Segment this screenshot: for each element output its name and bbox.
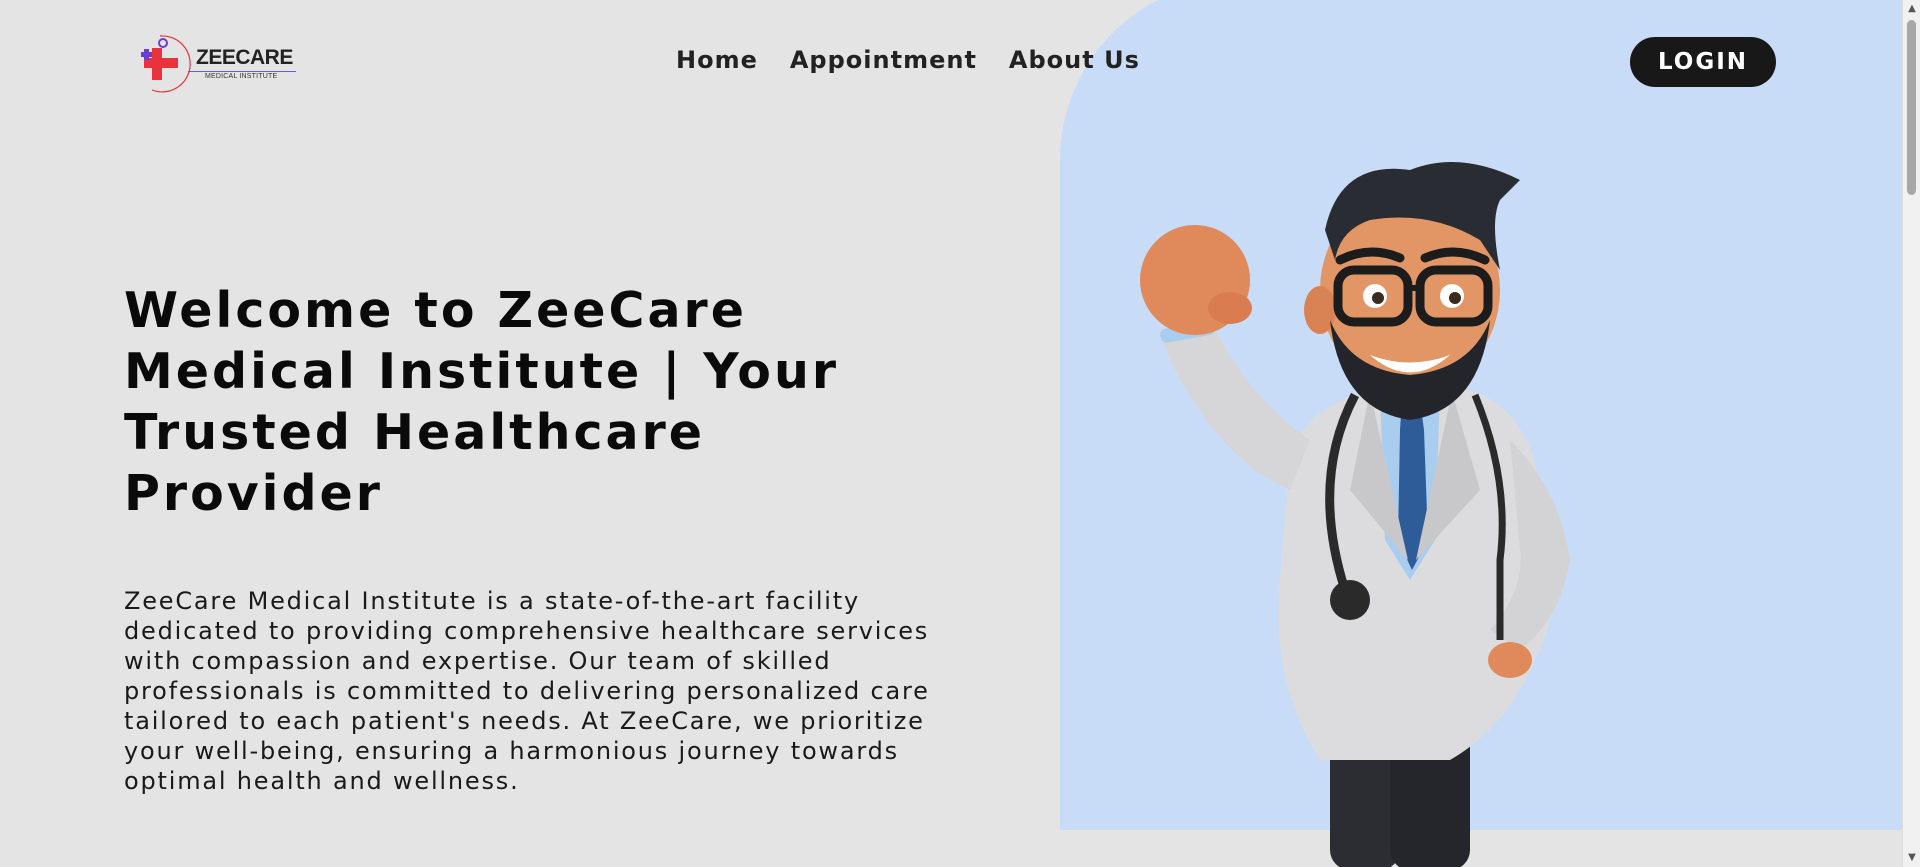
hero-title: Welcome to ZeeCare Medical Institute | Y… <box>124 282 840 522</box>
nav-home[interactable]: Home <box>676 46 758 74</box>
logo[interactable]: ZEECARE MEDICAL INSTITUTE <box>138 28 303 98</box>
nav-about-us[interactable]: About Us <box>1009 46 1140 74</box>
scroll-down-arrow-icon[interactable]: ▼ <box>1906 852 1918 864</box>
hero-description: ZeeCare Medical Institute is a state-of-… <box>124 587 930 795</box>
scroll-up-arrow-icon[interactable]: ▲ <box>1906 3 1918 15</box>
doctor-illustration <box>1140 162 1570 867</box>
brand-name: ZEECARE <box>196 46 293 69</box>
login-button[interactable]: LOGIN <box>1630 37 1776 87</box>
main-nav: Home Appointment About Us <box>676 46 1140 74</box>
scroll-thumb[interactable] <box>1907 20 1916 195</box>
brand-underline <box>188 71 296 72</box>
vertical-scrollbar[interactable]: ▲ ▼ <box>1902 0 1920 867</box>
page: ZEECARE MEDICAL INSTITUTE Home Appointme… <box>0 0 1902 867</box>
doctor-arm-raised <box>1160 320 1310 490</box>
brand-subtitle: MEDICAL INSTITUTE <box>205 73 278 80</box>
medical-cross-icon <box>141 35 191 93</box>
nav-appointment[interactable]: Appointment <box>790 46 977 74</box>
